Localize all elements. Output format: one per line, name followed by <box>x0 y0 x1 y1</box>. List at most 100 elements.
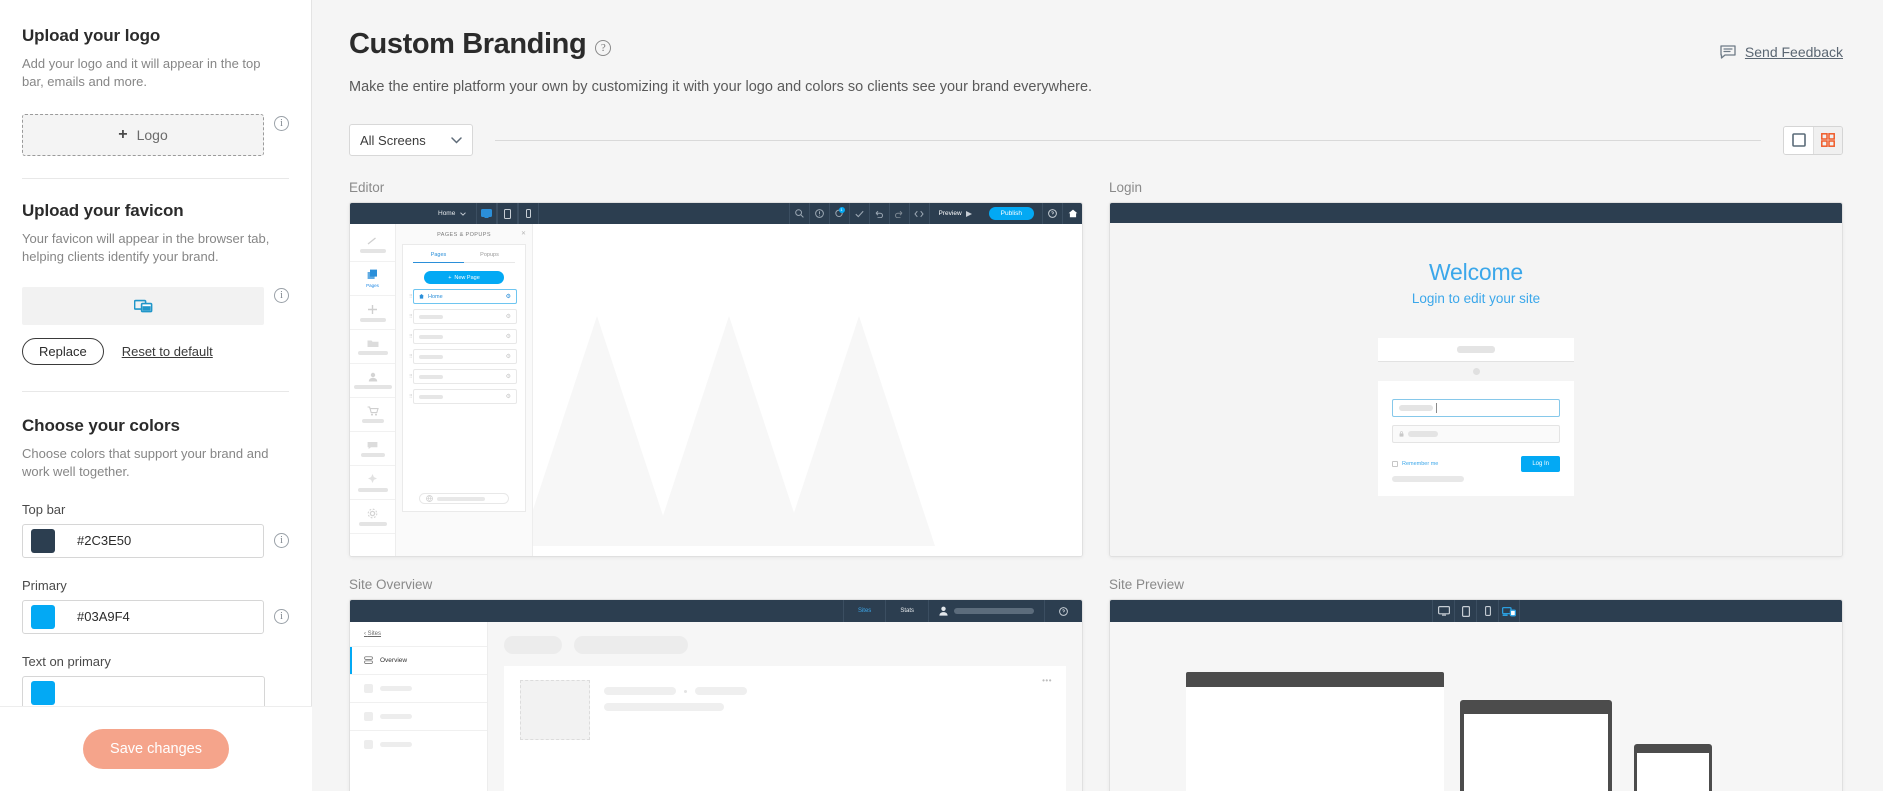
color-swatch-primary[interactable] <box>31 604 55 629</box>
preview-card-login[interactable]: Welcome Login to edit your site Remember… <box>1109 202 1843 557</box>
gear-icon[interactable]: ⚙ <box>506 313 511 320</box>
editor-search-icon[interactable] <box>788 203 809 224</box>
color-field-top-bar: Top bar #2C3E50 i <box>22 502 289 558</box>
color-value-top-bar: #2C3E50 <box>77 533 132 549</box>
editor-page-row[interactable]: ⠿ ⚙ <box>409 309 517 324</box>
editor-tab-popups[interactable]: Popups <box>464 252 515 263</box>
site-overview-back-link[interactable]: ‹ Sites <box>350 622 487 646</box>
color-swatch-top-bar[interactable] <box>31 528 55 553</box>
save-changes-button[interactable]: Save changes <box>83 729 229 769</box>
site-overview-nav-item[interactable] <box>350 730 487 758</box>
preview-card-site-preview[interactable] <box>1109 599 1843 791</box>
drag-handle-icon[interactable]: ⠿ <box>409 354 413 360</box>
editor-new-page-button[interactable]: + New Page <box>424 271 504 284</box>
replace-favicon-button[interactable]: Replace <box>22 337 104 365</box>
editor-desktop-icon[interactable] <box>476 203 498 224</box>
editor-page-selector[interactable]: Home <box>438 210 467 217</box>
site-preview-desktop-icon[interactable] <box>1432 600 1454 622</box>
send-feedback-link[interactable]: Send Feedback <box>1720 44 1843 60</box>
editor-rail-item-members[interactable] <box>350 364 395 398</box>
gear-icon[interactable]: ⚙ <box>506 373 511 380</box>
editor-publish-button[interactable]: Publish <box>988 207 1034 220</box>
checkbox-icon[interactable] <box>1392 461 1398 467</box>
logo-upload-dropzone[interactable]: + Logo <box>22 113 264 156</box>
custom-branding-page: Upload your logo Add your logo and it wi… <box>0 0 1883 791</box>
preview-card-site-overview[interactable]: Sites Stats ‹ Sites Overview ••• <box>349 599 1083 791</box>
screen-filter-select[interactable]: All Screens <box>349 124 473 156</box>
site-overview-more-menu[interactable]: ••• <box>1042 676 1052 685</box>
editor-page-row[interactable]: ⠿ ⚙ <box>409 349 517 364</box>
globe-icon <box>426 495 433 502</box>
site-overview-tab-sites[interactable]: Sites <box>842 600 885 622</box>
site-overview-tab-stats[interactable]: Stats <box>885 600 928 622</box>
login-submit-button[interactable]: Log In <box>1521 456 1560 472</box>
site-preview-tablet-icon[interactable] <box>1454 600 1476 622</box>
drag-handle-icon[interactable]: ⠿ <box>409 334 413 340</box>
site-preview-mobile-icon[interactable] <box>1476 600 1498 622</box>
login-remember-me[interactable]: Remember me <box>1392 461 1438 467</box>
editor-page-row[interactable]: ⠿ ⚙ <box>409 329 517 344</box>
editor-page-row-home[interactable]: ⠿ Home ⚙ <box>409 289 517 304</box>
site-overview-user-menu[interactable] <box>928 600 1044 622</box>
drag-handle-icon[interactable]: ⠿ <box>409 294 413 300</box>
login-password-field[interactable] <box>1392 425 1560 443</box>
editor-notifications-icon[interactable]: 1 <box>828 203 849 224</box>
editor-home-icon[interactable] <box>1062 203 1082 224</box>
gear-icon[interactable]: ⚙ <box>506 333 511 340</box>
gear-icon[interactable]: ⚙ <box>506 393 511 400</box>
gear-icon[interactable]: ⚙ <box>506 353 511 360</box>
preview-card-editor[interactable]: Home 1 Preview Publish Pages PAGES & POP… <box>349 202 1083 557</box>
chevron-down-icon <box>451 136 462 144</box>
top-bar-info-icon[interactable]: i <box>274 533 289 549</box>
color-input-primary[interactable]: #03A9F4 <box>22 599 264 634</box>
color-input-top-bar[interactable]: #2C3E50 <box>22 523 264 558</box>
editor-domain-pill[interactable] <box>419 493 509 504</box>
login-email-field[interactable] <box>1392 399 1560 417</box>
editor-mobile-icon[interactable] <box>518 203 540 224</box>
drag-handle-icon[interactable]: ⠿ <box>409 374 413 380</box>
gear-icon[interactable]: ⚙ <box>506 293 511 300</box>
view-grid-button[interactable] <box>1813 126 1842 154</box>
editor-redo-icon[interactable] <box>888 203 909 224</box>
site-overview-nav-item[interactable] <box>350 674 487 702</box>
reset-favicon-link[interactable]: Reset to default <box>122 344 213 359</box>
site-overview-nav-overview[interactable]: Overview <box>350 646 487 674</box>
editor-check-icon[interactable] <box>848 203 869 224</box>
editor-tablet-icon[interactable] <box>497 203 519 224</box>
logo-info-icon[interactable]: i <box>274 116 289 132</box>
editor-alert-icon[interactable] <box>808 203 829 224</box>
sidebar-divider-2 <box>22 390 289 392</box>
editor-tab-pages[interactable]: Pages <box>413 252 464 263</box>
editor-rail-item-store[interactable] <box>350 398 395 432</box>
site-preview-responsive-icon[interactable] <box>1498 600 1520 622</box>
editor-rail-item-chat[interactable] <box>350 432 395 466</box>
editor-rail-item-apps[interactable] <box>350 466 395 500</box>
logo-upload-row: + Logo i <box>22 92 289 156</box>
color-swatch-text-on-primary[interactable] <box>31 680 55 705</box>
logo-section-description: Add your logo and it will appear in the … <box>22 56 261 90</box>
login-form-footer: Remember me Log In <box>1392 456 1560 472</box>
editor-page-row[interactable]: ⠿ ⚙ <box>409 389 517 404</box>
favicon-upload-dropzone[interactable] <box>22 286 264 325</box>
editor-page-row[interactable]: ⠿ ⚙ <box>409 369 517 384</box>
drag-handle-icon[interactable]: ⠿ <box>409 314 413 320</box>
site-overview-nav-item[interactable] <box>350 702 487 730</box>
editor-rail-item-theme[interactable] <box>350 228 395 262</box>
editor-rail-item-settings[interactable] <box>350 500 395 534</box>
editor-rail-item-media[interactable] <box>350 330 395 364</box>
primary-info-icon[interactable]: i <box>274 609 289 625</box>
site-overview-help-icon[interactable] <box>1044 600 1082 622</box>
favicon-info-icon[interactable]: i <box>274 288 289 304</box>
editor-canvas[interactable] <box>533 224 1082 556</box>
editor-help-icon[interactable] <box>1042 203 1062 224</box>
drag-handle-icon[interactable]: ⠿ <box>409 394 413 400</box>
editor-rail-item-pages[interactable]: Pages <box>350 262 395 296</box>
editor-code-icon[interactable] <box>908 203 929 224</box>
editor-undo-icon[interactable] <box>868 203 889 224</box>
view-single-button[interactable] <box>1784 126 1813 154</box>
help-icon[interactable]: ? <box>595 40 612 56</box>
editor-rail-item-add[interactable] <box>350 296 395 330</box>
editor-preview-button[interactable]: Preview <box>928 203 981 224</box>
color-input-text-on-primary[interactable] <box>22 675 265 706</box>
close-icon[interactable]: ✕ <box>521 230 526 237</box>
